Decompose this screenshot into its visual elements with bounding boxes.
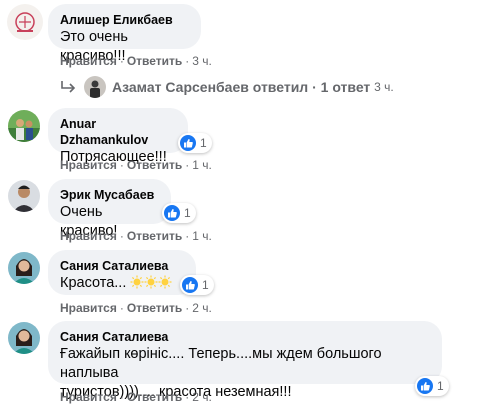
reaction-badge[interactable]: 1: [415, 376, 449, 396]
comment-bubble: Сания Саталиева Ғажайып көрініс.... Тепе…: [48, 321, 442, 400]
like-link[interactable]: Нравится: [60, 229, 117, 243]
comment-bubble: Алишер Еликбаев Это очень красиво!!!: [48, 4, 201, 64]
comment-actions: Нравится · Ответить · 1 ч.: [60, 158, 212, 172]
like-thumb-icon: [417, 378, 433, 394]
reply-link[interactable]: Ответить: [127, 54, 182, 68]
like-link[interactable]: Нравится: [60, 390, 117, 404]
comment-time[interactable]: 3 ч.: [192, 54, 212, 68]
comment-bubble: Anuar Dzhamankulov Потрясающее!!!: [48, 108, 188, 165]
reply-count: 1 ответ: [320, 79, 371, 95]
reply-arrow-icon: [58, 80, 78, 94]
reply-link[interactable]: Ответить: [127, 301, 182, 315]
view-replies[interactable]: Азамат Сарсенбаев ответил · 1 ответ 3 ч.: [58, 76, 394, 98]
avatar[interactable]: [8, 322, 40, 354]
reply-link[interactable]: Ответить: [127, 390, 182, 404]
comment-time[interactable]: 1 ч.: [192, 158, 212, 172]
comment-actions: Нравится · Ответить · 2 ч.: [60, 390, 212, 404]
sun-emoji-icon: [158, 275, 172, 289]
reaction-badge[interactable]: 1: [162, 203, 196, 223]
like-thumb-icon: [180, 135, 196, 151]
comment-author[interactable]: Эрик Мусабаев: [60, 187, 159, 203]
like-thumb-icon: [164, 205, 180, 221]
comment-actions: Нравится · Ответить · 1 ч.: [60, 229, 212, 243]
reaction-count: 1: [202, 278, 209, 292]
reaction-count: 1: [437, 379, 444, 393]
comment-text: Красота...: [60, 274, 184, 293]
reply-link[interactable]: Ответить: [127, 158, 182, 172]
avatar[interactable]: [8, 252, 40, 284]
comment-bubble: Сания Саталиева Красота...: [48, 250, 196, 295]
reaction-badge[interactable]: 1: [180, 275, 214, 295]
reaction-count: 1: [184, 206, 191, 220]
avatar[interactable]: [7, 4, 43, 40]
avatar[interactable]: [8, 180, 40, 212]
comment-time[interactable]: 1 ч.: [192, 229, 212, 243]
avatar[interactable]: [8, 110, 40, 142]
comment-author[interactable]: Алишер Еликбаев: [60, 12, 189, 28]
reply-verb: ответил: [252, 79, 309, 95]
sun-emoji-icon: [144, 275, 158, 289]
sun-emoji-icon: [130, 275, 144, 289]
comment-author[interactable]: Сания Саталиева: [60, 329, 430, 345]
like-link[interactable]: Нравится: [60, 158, 117, 172]
comment-actions: Нравится · Ответить · 3 ч.: [60, 54, 212, 68]
reply-time: 3 ч.: [374, 80, 394, 94]
comment-actions: Нравится · Ответить · 2 ч.: [60, 301, 212, 315]
like-link[interactable]: Нравится: [60, 301, 117, 315]
like-thumb-icon: [182, 277, 198, 293]
comment-author[interactable]: Сания Саталиева: [60, 258, 184, 274]
comment-bubble: Эрик Мусабаев Очень красиво!: [48, 179, 171, 239]
reaction-count: 1: [200, 136, 207, 150]
comment-time[interactable]: 2 ч.: [192, 390, 212, 404]
reply-link[interactable]: Ответить: [127, 229, 182, 243]
reply-avatar: [84, 76, 106, 98]
comment-time[interactable]: 2 ч.: [192, 301, 212, 315]
like-link[interactable]: Нравится: [60, 54, 117, 68]
comment-author[interactable]: Anuar Dzhamankulov: [60, 116, 176, 148]
reply-author: Азамат Сарсенбаев: [112, 79, 249, 95]
reaction-badge[interactable]: 1: [178, 133, 212, 153]
